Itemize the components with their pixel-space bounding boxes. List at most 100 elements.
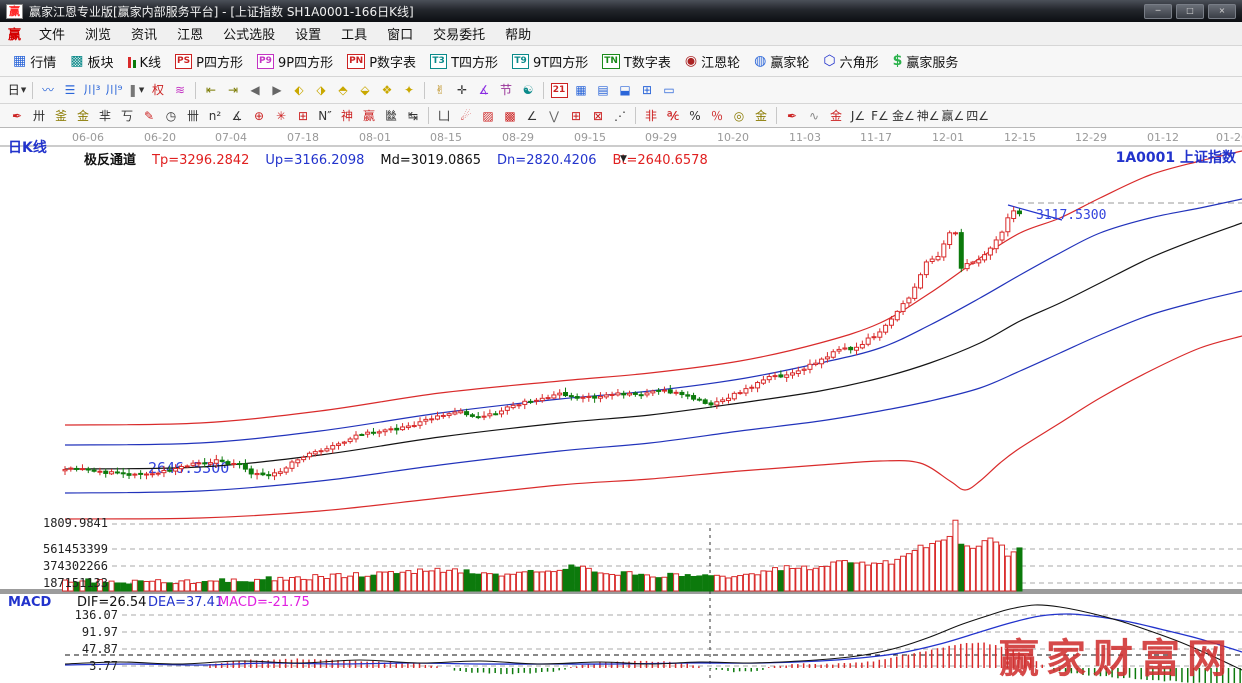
bars-9-tool[interactable]: 川⁹ <box>103 81 125 99</box>
k-mark-tool[interactable]: Ν″ <box>314 107 336 125</box>
gold-line-tool[interactable]: 金 <box>750 107 772 125</box>
diamond-up-tool[interactable]: ⬘ <box>332 81 354 99</box>
cycle-tool[interactable]: ☯ <box>517 81 539 99</box>
period-day-dropdown[interactable]: 日▼ <box>6 81 28 99</box>
j-angle-tool[interactable]: J∠ <box>847 107 869 125</box>
diamond-down-tool[interactable]: ⬙ <box>354 81 376 99</box>
angles-tool[interactable]: ∠ <box>521 107 543 125</box>
maximize-button[interactable]: □ <box>1176 4 1204 19</box>
menu-item-2[interactable]: 资讯 <box>121 22 167 45</box>
vee-tool[interactable]: ⋁ <box>543 107 565 125</box>
gann-wheel-button[interactable]: ◉江恩轮 <box>678 50 747 73</box>
kline-button[interactable]: K线 <box>121 50 169 73</box>
winner-service-button[interactable]: $赢家服务 <box>886 50 966 73</box>
scale-tool[interactable]: 非 <box>640 107 662 125</box>
fibo-grid-tool[interactable]: 芈 <box>94 107 116 125</box>
percent-line-tool[interactable]: ℀ <box>662 107 684 125</box>
angle-line-tool[interactable]: ∡ <box>226 107 248 125</box>
calculator-tool[interactable]: ▦ <box>570 81 592 99</box>
diamond-left-tool[interactable]: ⬖ <box>288 81 310 99</box>
menu-item-8[interactable]: 交易委托 <box>423 22 495 45</box>
calendar-tool[interactable]: 21 <box>548 81 570 99</box>
win-angle-tool[interactable]: 赢∠ <box>941 107 966 125</box>
menu-item-4[interactable]: 公式选股 <box>213 22 285 45</box>
notes-tool[interactable]: ▤ <box>592 81 614 99</box>
hexagon-button[interactable]: ⬡六角形 <box>816 50 885 73</box>
crosshair-tool[interactable]: ✛ <box>451 81 473 99</box>
next-bar-button[interactable]: ▶ <box>266 81 288 99</box>
time-circle-tool[interactable]: ◷ <box>160 107 182 125</box>
pan-tool[interactable]: ✌ <box>429 81 451 99</box>
pen2-tool[interactable]: ✒ <box>781 107 803 125</box>
t-square-button[interactable]: T3T四方形 <box>423 50 505 73</box>
square-n-tool[interactable]: n² <box>204 107 226 125</box>
t9-square-button[interactable]: T99T四方形 <box>505 50 595 73</box>
p-square-button[interactable]: PSP四方形 <box>168 50 250 73</box>
wave-tool[interactable]: ∿ <box>803 107 825 125</box>
pen-ruler-tool[interactable]: ✎ <box>138 107 160 125</box>
fan-box-tool[interactable]: ▨ <box>477 107 499 125</box>
festival-tool[interactable]: 节 <box>495 81 517 99</box>
diamond-cross-tool[interactable]: ❖ <box>376 81 398 99</box>
comb-tool[interactable]: 卌 <box>182 107 204 125</box>
percent-tool[interactable]: % <box>684 107 706 125</box>
slant-lines-tool[interactable]: ⋰ <box>609 107 631 125</box>
diamond-star-tool[interactable]: ✦ <box>398 81 420 99</box>
p9-square-button[interactable]: P99P四方形 <box>250 50 340 73</box>
menu-item-1[interactable]: 浏览 <box>75 22 121 45</box>
volume-profile-tool[interactable]: ≋ <box>169 81 191 99</box>
grid-fan-tool[interactable]: ▩ <box>499 107 521 125</box>
spiral-tool[interactable]: 丂 <box>116 107 138 125</box>
percent-bar-tool[interactable]: ％ <box>706 107 728 125</box>
menu-item-9[interactable]: 帮助 <box>495 22 541 45</box>
square-grid-tool[interactable]: ⊞ <box>565 107 587 125</box>
kline-color-tool[interactable]: 权 <box>147 81 169 99</box>
grid-box-tool[interactable]: ⊞ <box>292 107 314 125</box>
sectors-button[interactable]: ▩板块 <box>63 50 120 73</box>
menu-item-6[interactable]: 工具 <box>331 22 377 45</box>
win-grid-tool[interactable]: 赢 <box>358 107 380 125</box>
target-cross-tool[interactable]: ⊕ <box>248 107 270 125</box>
gold-grid-tool[interactable]: 釜 <box>50 107 72 125</box>
window-controls: ─ □ × <box>1140 4 1236 19</box>
width-measure-tool[interactable]: ↹ <box>402 107 424 125</box>
prev-bar-button[interactable]: ◀ <box>244 81 266 99</box>
ray-fan-tool[interactable]: ☄ <box>455 107 477 125</box>
four-angle-tool[interactable]: 四∠ <box>965 107 990 125</box>
print-tool[interactable]: ▭ <box>658 81 680 99</box>
menu-item-0[interactable]: 文件 <box>29 22 75 45</box>
square-grid2-tool[interactable]: ⊠ <box>587 107 609 125</box>
brush-tool[interactable]: ✒ <box>6 107 28 125</box>
winner-wheel-button[interactable]: ◍赢家轮 <box>747 50 816 73</box>
quotes-button[interactable]: ▦行情 <box>6 50 63 73</box>
shen-angle-tool[interactable]: 神∠ <box>916 107 941 125</box>
menu-item-3[interactable]: 江恩 <box>167 22 213 45</box>
last-bar-button[interactable]: ⇥ <box>222 81 244 99</box>
t-number-button-icon: TN <box>602 54 620 69</box>
minimize-button[interactable]: ─ <box>1144 4 1172 19</box>
quote-list-tool[interactable]: ☰ <box>59 81 81 99</box>
star-circle-tool[interactable]: ✳ <box>270 107 292 125</box>
gold-ruler-tool[interactable]: 金 <box>72 107 94 125</box>
menu-item-5[interactable]: 设置 <box>285 22 331 45</box>
box-tool[interactable]: 凵 <box>433 107 455 125</box>
screenshot-tool[interactable]: ⊞ <box>636 81 658 99</box>
save-tool[interactable]: ⬓ <box>614 81 636 99</box>
gold2-angle-tool[interactable]: 金∠ <box>891 107 916 125</box>
candle-style-dropdown[interactable]: ❚▼ <box>125 81 147 99</box>
shen-grid-tool[interactable]: 神 <box>336 107 358 125</box>
gann-grid-tool[interactable]: 卅 <box>28 107 50 125</box>
angle-measure-tool[interactable]: ∡ <box>473 81 495 99</box>
menu-item-7[interactable]: 窗口 <box>377 22 423 45</box>
f-angle-tool[interactable]: F∠ <box>869 107 891 125</box>
ruler-12-tool[interactable]: 㡭 <box>380 107 402 125</box>
bars-3-tool[interactable]: 川³ <box>81 81 103 99</box>
gold-circle-tool[interactable]: ◎ <box>728 107 750 125</box>
first-bar-button[interactable]: ⇤ <box>200 81 222 99</box>
diamond-right-tool[interactable]: ⬗ <box>310 81 332 99</box>
zigzag-tool[interactable]: 〰 <box>37 81 59 99</box>
gold-angle-tool[interactable]: 金 <box>825 107 847 125</box>
t-number-button[interactable]: TNT数字表 <box>595 50 678 73</box>
p-number-button[interactable]: PNP数字表 <box>340 50 423 73</box>
close-button[interactable]: × <box>1208 4 1236 19</box>
